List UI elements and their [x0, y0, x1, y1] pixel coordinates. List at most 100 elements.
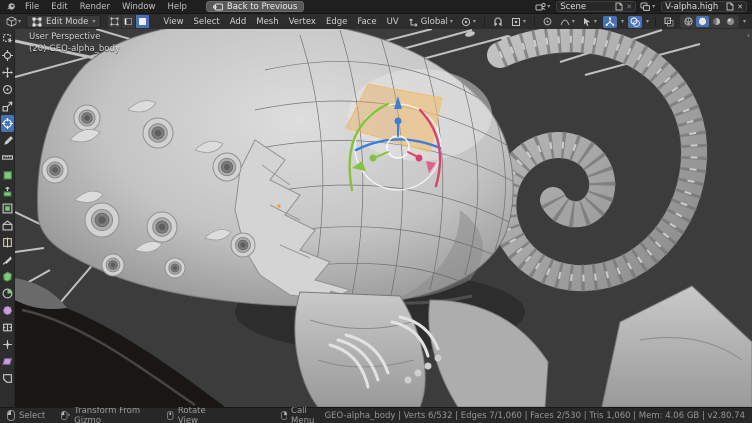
proportional-falloff-dropdown[interactable]: ▾: [558, 16, 577, 27]
menu-window[interactable]: Window: [117, 2, 161, 12]
creature-tail-coil: [500, 39, 694, 278]
shading-wireframe-button[interactable]: [682, 16, 695, 27]
object-visibility-dropdown[interactable]: ▾: [580, 16, 599, 27]
viewport-info-overlay: User Perspective (20) GEO-alpha_body: [29, 31, 120, 55]
menu-uv[interactable]: UV: [382, 17, 404, 27]
view-layer-selector-button[interactable]: ▾: [638, 2, 657, 12]
view-layer-name-field[interactable]: V-alpha.high ✕: [661, 1, 747, 12]
shading-dropdown-icon[interactable]: ▾: [743, 18, 746, 25]
mode-selector[interactable]: Edit Mode ▾: [26, 15, 101, 28]
snap-toggle-button[interactable]: [491, 16, 505, 28]
tool-measure[interactable]: [1, 149, 14, 166]
tool-edge-slide[interactable]: [1, 319, 14, 336]
left-mouse-drag-icon: [61, 410, 70, 421]
menu-vertex[interactable]: Vertex: [284, 17, 321, 27]
hint-select: Select: [7, 410, 45, 421]
back-to-previous-button[interactable]: Back to Previous: [206, 1, 305, 12]
pivot-point-dropdown[interactable]: ▾: [459, 16, 478, 28]
edge-select-button[interactable]: [122, 15, 136, 28]
tool-rip-region[interactable]: [1, 370, 14, 387]
menu-select[interactable]: Select: [189, 17, 225, 27]
chevron-down-icon: ▾: [594, 18, 597, 25]
tool-extrude-region[interactable]: [1, 183, 14, 200]
editor-3d-viewport-icon: [6, 16, 17, 27]
gizmos-toggle-button[interactable]: [603, 16, 617, 28]
chevron-down-icon: ▾: [473, 18, 476, 25]
tool-shrink-fatten[interactable]: [1, 336, 14, 353]
shading-rendered-button[interactable]: [724, 16, 737, 27]
main-area: User Perspective (20) GEO-alpha_body ‹: [0, 29, 752, 407]
view-layer-name-value: V-alpha.high: [665, 2, 723, 12]
tool-smooth[interactable]: [1, 302, 14, 319]
hint-transform-from-gizmo: Transform From Gizmo: [61, 406, 151, 423]
viewport-menus: View Select Add Mesh Vertex Edge Face UV: [158, 17, 403, 27]
scene-name-value: Scene: [560, 2, 612, 12]
tool-cursor[interactable]: [1, 47, 14, 64]
transform-orientation-dropdown[interactable]: Global ▾: [407, 16, 455, 28]
tool-rotate[interactable]: [1, 81, 14, 98]
scene-name-field[interactable]: Scene ✕: [556, 1, 636, 12]
snap-target-dropdown[interactable]: ▾: [509, 16, 528, 28]
display-controls: ▾ ▾ ▾: [580, 15, 746, 28]
back-to-previous-label: Back to Previous: [227, 2, 298, 12]
scene-selector-button[interactable]: ▾: [533, 2, 552, 12]
menu-file[interactable]: File: [20, 2, 44, 12]
menu-edit[interactable]: Edit: [46, 2, 72, 12]
remove-view-layer-icon[interactable]: ✕: [737, 3, 743, 11]
tool-bevel[interactable]: [1, 217, 14, 234]
tool-knife[interactable]: [1, 251, 14, 268]
mode-label: Edit Mode: [46, 17, 88, 27]
blender-window: File Edit Render Window Help Back to Pre…: [0, 0, 752, 423]
orientation-label: Global: [421, 17, 448, 27]
hint-label: Select: [19, 411, 45, 421]
overlays-dropdown-icon[interactable]: ▾: [646, 18, 649, 25]
menu-view[interactable]: View: [158, 17, 188, 27]
xray-toggle-button[interactable]: [662, 16, 676, 28]
menu-help[interactable]: Help: [162, 2, 191, 12]
tool-select-box[interactable]: [1, 30, 14, 47]
active-object-label: (20) GEO-alpha_body: [29, 43, 120, 55]
tool-shear[interactable]: [1, 353, 14, 370]
hint-label: Rotate View: [178, 406, 219, 423]
hint-label: Transform From Gizmo: [74, 406, 151, 423]
tool-move[interactable]: [1, 64, 14, 81]
transform-controls: Global ▾ ▾ ▾ ▾: [407, 16, 577, 28]
viewport-3d[interactable]: User Perspective (20) GEO-alpha_body ‹: [15, 29, 752, 407]
menu-mesh[interactable]: Mesh: [251, 17, 283, 27]
gizmos-dropdown-icon[interactable]: ▾: [621, 18, 624, 25]
chevron-down-icon: ▾: [652, 3, 655, 10]
tool-annotate[interactable]: [1, 132, 14, 149]
menu-render[interactable]: Render: [75, 2, 115, 12]
face-select-button[interactable]: [136, 15, 150, 28]
unlink-scene-icon[interactable]: ✕: [626, 3, 632, 11]
menu-edge[interactable]: Edge: [321, 17, 352, 27]
back-screen-icon: [213, 3, 223, 11]
overlays-toggle-button[interactable]: [628, 16, 642, 28]
proportional-editing-button[interactable]: [541, 16, 554, 27]
tool-add-cube[interactable]: [1, 166, 14, 183]
tool-poly-build[interactable]: [1, 268, 14, 285]
tool-transform[interactable]: [1, 115, 14, 132]
chevron-down-icon: ▾: [18, 18, 21, 25]
gizmo-icon: [605, 17, 615, 27]
vertex-select-button[interactable]: [108, 15, 122, 28]
editor-type-button[interactable]: ▾: [4, 16, 23, 27]
blender-logo-icon[interactable]: [5, 1, 16, 12]
tool-loop-cut[interactable]: [1, 234, 14, 251]
shading-material-button[interactable]: [710, 16, 723, 27]
left-mouse-icon: [7, 410, 15, 421]
viewport-3d-scene[interactable]: [15, 29, 752, 407]
tool-spin[interactable]: [1, 285, 14, 302]
new-scene-icon[interactable]: [615, 2, 623, 11]
new-view-layer-icon[interactable]: [726, 2, 734, 11]
menu-add[interactable]: Add: [225, 17, 251, 27]
tool-scale[interactable]: [1, 98, 14, 115]
chevron-down-icon: ▾: [450, 18, 453, 25]
select-mode-group: [108, 15, 150, 28]
shading-solid-button[interactable]: [696, 16, 709, 27]
sidebar-collapse-arrow[interactable]: ‹: [747, 31, 750, 40]
xray-icon: [664, 17, 674, 27]
chevron-down-icon: ▾: [547, 3, 550, 10]
tool-inset-faces[interactable]: [1, 200, 14, 217]
menu-face[interactable]: Face: [352, 17, 381, 27]
